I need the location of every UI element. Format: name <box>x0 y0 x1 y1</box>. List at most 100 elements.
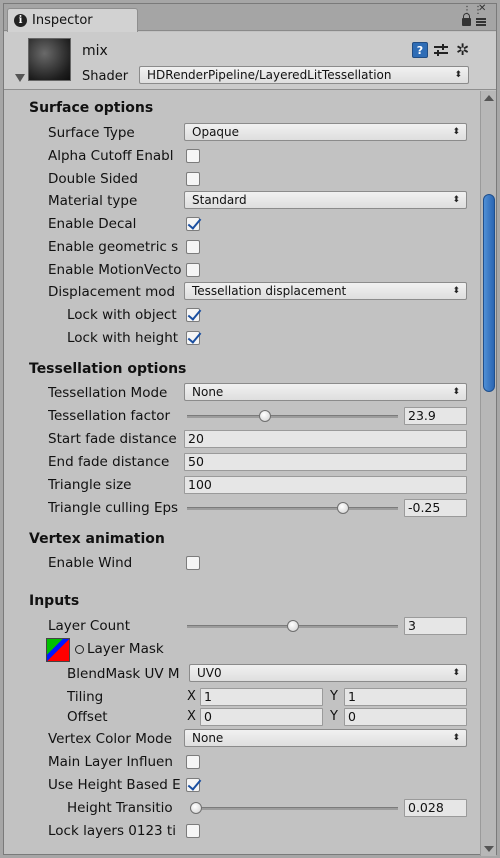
end-fade-label: End fade distance <box>48 454 170 470</box>
main-layer-checkbox[interactable] <box>186 755 200 769</box>
row-triangle-size: Triangle size 100 <box>4 474 480 496</box>
row-lock-layers: Lock layers 0123 ti <box>4 820 480 842</box>
triangle-culling-track[interactable] <box>187 507 398 510</box>
layer-count-label: Layer Count <box>48 618 131 634</box>
triangle-culling-field[interactable]: -0.25 <box>404 499 467 517</box>
lock-layers-label: Lock layers 0123 ti <box>48 823 176 839</box>
alpha-cutoff-checkbox[interactable] <box>186 149 200 163</box>
help-icon[interactable]: ? <box>412 42 428 58</box>
use-height-label: Use Height Based E <box>48 777 181 793</box>
layer-mask-texture-icon[interactable] <box>46 638 70 662</box>
enable-motion-label: Enable MotionVecto <box>48 262 182 278</box>
tab-bar: i Inspector ⋮⋮ ✕ <box>4 3 496 32</box>
row-alpha-cutoff: Alpha Cutoff Enabl <box>4 145 480 167</box>
tiling-x-label: X <box>187 689 196 704</box>
tessellation-factor-track[interactable] <box>187 415 398 418</box>
offset-label: Offset <box>67 709 108 725</box>
material-header: mix Shader HDRenderPipeline/LayeredLitTe… <box>4 32 496 90</box>
enable-wind-checkbox[interactable] <box>186 556 200 570</box>
row-tessellation-factor: Tessellation factor 23.9 <box>4 405 480 427</box>
row-height-transition: Height Transitio 0.028 <box>4 797 480 819</box>
gear-icon[interactable]: ✲ <box>456 42 469 58</box>
layer-count-thumb[interactable] <box>286 620 299 632</box>
alpha-cutoff-label: Alpha Cutoff Enabl <box>48 148 174 164</box>
chevron-updown-icon: ⬍ <box>452 286 460 296</box>
tiling-x-field[interactable]: 1 <box>200 688 323 706</box>
row-lock-height: Lock with height <box>4 327 480 349</box>
triangle-size-label: Triangle size <box>48 477 132 493</box>
triangle-size-field[interactable]: 100 <box>184 476 467 494</box>
chevron-updown-icon: ⬍ <box>452 668 460 678</box>
enable-geometric-checkbox[interactable] <box>186 240 200 254</box>
triangle-culling-thumb[interactable] <box>337 502 350 514</box>
tab-inspector[interactable]: i Inspector <box>7 8 138 32</box>
enable-geometric-label: Enable geometric s <box>48 239 179 255</box>
inspector-window: i Inspector ⋮⋮ ✕ mix Shader HDRenderPipe… <box>3 3 497 856</box>
foldout-arrow-icon[interactable] <box>15 74 25 82</box>
surface-type-dropdown[interactable]: Opaque ⬍ <box>184 123 467 141</box>
tessellation-mode-dropdown[interactable]: None ⬍ <box>184 383 467 401</box>
shader-dropdown[interactable]: HDRenderPipeline/LayeredLitTessellation … <box>139 66 469 84</box>
enable-motion-checkbox[interactable] <box>186 263 200 277</box>
lock-object-label: Lock with object <box>67 307 177 323</box>
vertical-scrollbar[interactable] <box>480 91 496 856</box>
chevron-updown-icon: ⬍ <box>452 195 460 205</box>
lock-layers-checkbox[interactable] <box>186 824 200 838</box>
row-offset: Offset X 0 Y 0 <box>4 706 480 728</box>
info-icon: i <box>14 14 27 27</box>
surface-type-value: Opaque <box>192 125 240 139</box>
offset-y-field[interactable]: 0 <box>344 708 467 726</box>
material-preview <box>28 38 71 81</box>
start-fade-field[interactable]: 20 <box>184 430 467 448</box>
lock-height-checkbox[interactable] <box>186 331 200 345</box>
material-type-label: Material type <box>48 193 138 209</box>
close-icon[interactable]: ✕ <box>478 3 486 14</box>
vertex-color-dropdown[interactable]: None ⬍ <box>184 729 467 747</box>
row-main-layer: Main Layer Influen <box>4 751 480 773</box>
lock-icon[interactable] <box>462 13 471 26</box>
lock-object-checkbox[interactable] <box>186 308 200 322</box>
material-type-dropdown[interactable]: Standard ⬍ <box>184 191 467 209</box>
height-transition-thumb[interactable] <box>190 802 203 814</box>
enable-decal-label: Enable Decal <box>48 216 137 232</box>
scroll-down-arrow-icon[interactable] <box>484 846 494 852</box>
row-layer-mask: Layer Mask <box>4 636 480 664</box>
tiling-y-field[interactable]: 1 <box>344 688 467 706</box>
use-height-checkbox[interactable] <box>186 778 200 792</box>
chevron-down-icon: ⬍ <box>454 70 462 80</box>
preset-icon[interactable] <box>434 44 448 57</box>
menu-icon[interactable] <box>476 18 486 26</box>
section-inputs: Inputs <box>29 593 80 609</box>
offset-x-field[interactable]: 0 <box>200 708 323 726</box>
layer-count-field[interactable]: 3 <box>404 617 467 635</box>
displacement-dropdown[interactable]: Tessellation displacement ⬍ <box>184 282 467 300</box>
height-transition-label: Height Transitio <box>67 800 173 816</box>
blendmask-uv-label: BlendMask UV M <box>67 666 180 682</box>
end-fade-field[interactable]: 50 <box>184 453 467 471</box>
tessellation-factor-thumb[interactable] <box>259 410 272 422</box>
vertex-color-value: None <box>192 731 224 745</box>
scrollbar-thumb[interactable] <box>483 194 495 392</box>
tessellation-mode-label: Tessellation Mode <box>48 385 168 401</box>
double-sided-checkbox[interactable] <box>186 172 200 186</box>
material-type-value: Standard <box>192 193 247 207</box>
triangle-culling-label: Triangle culling Eps <box>48 500 179 516</box>
row-lock-object: Lock with object <box>4 304 480 326</box>
main-layer-label: Main Layer Influen <box>48 754 173 770</box>
row-start-fade: Start fade distance 20 <box>4 428 480 450</box>
row-enable-wind: Enable Wind <box>4 552 480 574</box>
offset-y-label: Y <box>330 709 338 724</box>
scroll-up-arrow-icon[interactable] <box>484 95 494 101</box>
height-transition-field[interactable]: 0.028 <box>404 799 467 817</box>
lock-height-label: Lock with height <box>67 330 179 346</box>
blendmask-uv-dropdown[interactable]: UV0 ⬍ <box>189 664 467 682</box>
header-icons: ? ✲ <box>412 42 474 60</box>
enable-decal-checkbox[interactable] <box>186 217 200 231</box>
window-controls: ⋮⋮ ✕ <box>460 3 490 30</box>
height-transition-track[interactable] <box>190 807 398 810</box>
object-picker-icon[interactable] <box>75 645 84 654</box>
tessellation-factor-field[interactable]: 23.9 <box>404 407 467 425</box>
blendmask-uv-value: UV0 <box>197 666 222 680</box>
displacement-label: Displacement mod <box>48 284 176 300</box>
shader-label: Shader <box>82 69 129 84</box>
